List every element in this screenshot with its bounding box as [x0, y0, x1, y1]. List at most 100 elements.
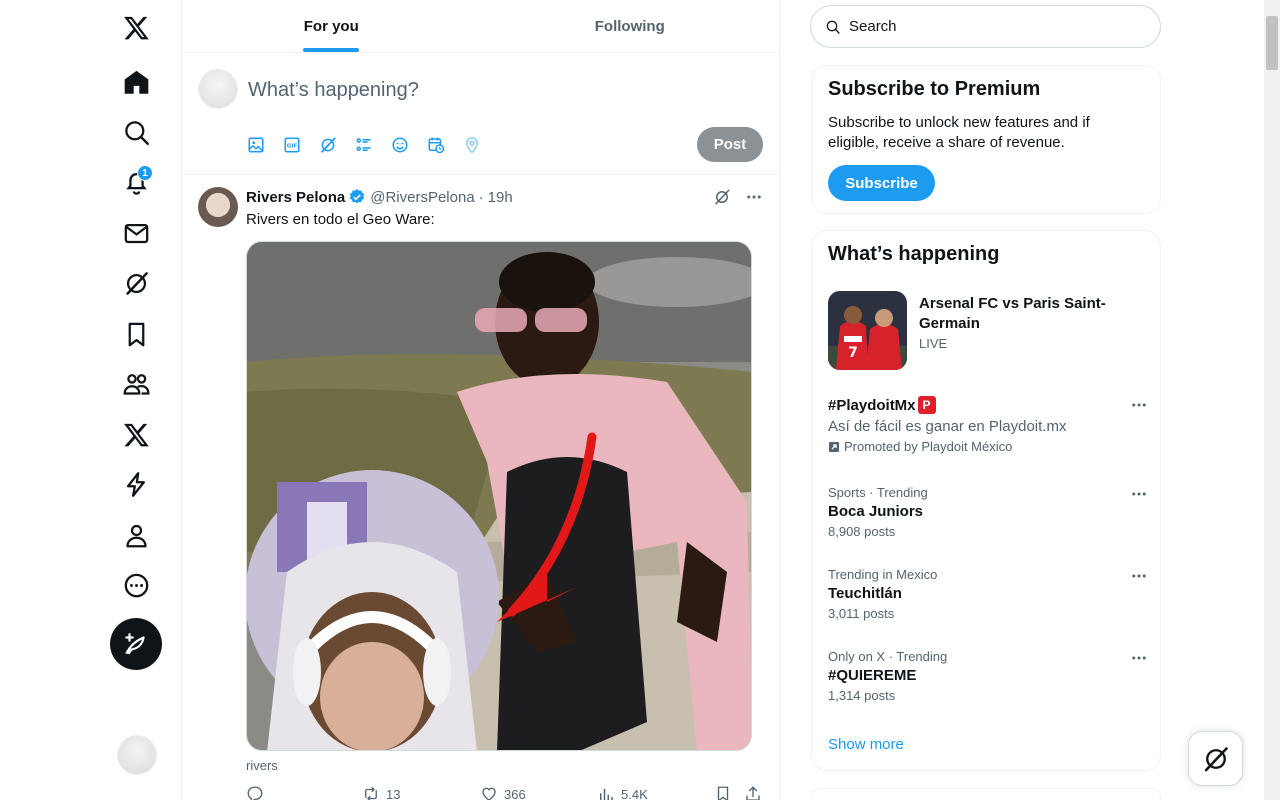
promo-name: #PlaydoitMx	[828, 396, 916, 414]
grok-icon[interactable]	[713, 188, 731, 206]
trend-name: Teuchitlán	[828, 585, 902, 602]
more-icon[interactable]	[1130, 396, 1148, 414]
search-icon[interactable]	[113, 109, 159, 155]
trend-meta: Sports · Trending	[828, 485, 928, 500]
event-status: LIVE	[919, 336, 948, 351]
page-scrollbar[interactable]	[1264, 0, 1280, 800]
reply-button[interactable]	[246, 785, 270, 800]
grok-icon[interactable]	[318, 135, 338, 155]
feather-plus-icon	[125, 633, 145, 655]
post-composer: What’s happening? GIF Post	[182, 53, 779, 175]
tab-following[interactable]: Following	[481, 0, 780, 52]
image-icon[interactable]	[246, 135, 266, 155]
tweet-timestamp[interactable]: 19h	[488, 189, 513, 206]
repost-count: 13	[386, 786, 401, 800]
whats-happening-title: What’s happening	[828, 243, 1000, 265]
compose-post-button[interactable]	[110, 618, 162, 670]
tweet-engagement-bar: 13 366 5.4K	[246, 785, 766, 800]
svg-text:7: 7	[848, 345, 858, 361]
trend-count: 1,314 posts	[828, 688, 896, 703]
lightning-icon[interactable]	[113, 461, 159, 507]
heart-icon	[482, 787, 496, 800]
share-button[interactable]	[744, 785, 762, 800]
post-button[interactable]: Post	[697, 127, 763, 162]
timeline: For you Following What’s happening? GIF …	[181, 0, 780, 800]
promoted-by: Promoted by Playdoit México	[844, 439, 1013, 454]
views-count: 5.4K	[621, 786, 648, 800]
bookmark-button[interactable]	[714, 785, 732, 800]
tweet-author-avatar[interactable]	[198, 187, 238, 227]
event-thumbnail: 7	[828, 291, 907, 370]
grok-floating-button[interactable]	[1188, 731, 1243, 786]
trend-item[interactable]: Sports · Trending Boca Juniors 8,908 pos…	[828, 485, 1148, 539]
trend-item[interactable]: Trending in Mexico Teuchitlán 3,011 post…	[828, 567, 1148, 621]
x-logo-icon[interactable]	[113, 4, 159, 50]
show-more-link[interactable]: Show more	[828, 736, 904, 753]
like-count: 366	[504, 786, 526, 800]
tweet-header: Rivers Pelona @RiversPelona · 19h	[246, 188, 513, 206]
views-button[interactable]: 5.4K	[597, 785, 648, 800]
next-card	[811, 788, 1161, 800]
tweet[interactable]: Rivers Pelona @RiversPelona · 19h Rivers…	[182, 175, 779, 800]
tweet-media-image[interactable]	[246, 241, 752, 751]
composer-input[interactable]: What’s happening?	[248, 79, 419, 102]
search-input[interactable]	[849, 18, 1129, 35]
promoted-icon	[829, 441, 839, 452]
more-icon[interactable]	[1130, 649, 1148, 667]
verified-badge-icon	[350, 189, 365, 204]
whats-happening-card: What’s happening 7 Arsenal FC vs Paris S…	[811, 230, 1161, 771]
tweet-top-actions	[713, 188, 763, 206]
trend-meta: Trending in Mexico	[828, 567, 938, 582]
timeline-tabs: For you Following	[182, 0, 779, 53]
notification-badge: 1	[137, 165, 153, 181]
poll-icon[interactable]	[354, 135, 374, 155]
people-icon[interactable]	[113, 361, 159, 407]
composer-avatar	[198, 69, 238, 109]
premium-x-icon[interactable]	[113, 411, 159, 457]
views-icon	[600, 788, 613, 800]
grok-icon	[1204, 746, 1228, 771]
tweet-author-name[interactable]: Rivers Pelona	[246, 189, 345, 206]
bookmark-icon	[717, 786, 729, 800]
trend-meta: Only on X · Trending	[828, 649, 948, 664]
gif-icon[interactable]: GIF	[282, 135, 302, 155]
featured-event[interactable]: 7 Arsenal FC vs Paris Saint-Germain LIVE	[828, 291, 1148, 371]
playdoit-logo-icon: P	[917, 396, 936, 414]
premium-card: Subscribe to Premium Subscribe to unlock…	[811, 65, 1161, 214]
search-bar[interactable]	[810, 5, 1161, 48]
search-icon	[826, 20, 840, 34]
promo-attribution: Promoted by Playdoit México	[828, 439, 1148, 454]
more-circle-icon[interactable]	[113, 562, 159, 608]
trend-item[interactable]: Only on X · Trending #QUIEREME 1,314 pos…	[828, 649, 1148, 703]
mail-icon[interactable]	[113, 210, 159, 256]
promoted-trend[interactable]: #PlaydoitMx P Así de fácil es ganar en P…	[828, 396, 1148, 454]
schedule-icon[interactable]	[426, 135, 446, 155]
emoji-icon[interactable]	[390, 135, 410, 155]
reply-icon	[247, 786, 263, 800]
account-avatar[interactable]	[117, 735, 157, 775]
more-icon[interactable]	[1130, 485, 1148, 503]
share-icon	[746, 786, 760, 800]
svg-text:GIF: GIF	[287, 144, 298, 150]
like-button[interactable]: 366	[480, 785, 526, 800]
bookmark-icon[interactable]	[113, 311, 159, 357]
grok-icon[interactable]	[113, 260, 159, 306]
trend-name: #QUIEREME	[828, 667, 917, 684]
more-icon[interactable]	[745, 188, 763, 206]
premium-title: Subscribe to Premium	[828, 78, 1041, 100]
repost-icon	[365, 786, 377, 800]
event-title: Arsenal FC vs Paris Saint-Germain	[919, 295, 1106, 332]
trend-count: 3,011 posts	[828, 606, 895, 621]
bell-icon[interactable]: 1	[113, 159, 159, 205]
left-nav: 1	[100, 0, 172, 800]
home-icon[interactable]	[113, 59, 159, 105]
tweet-author-handle[interactable]: @RiversPelona	[370, 189, 474, 206]
subscribe-button[interactable]: Subscribe	[828, 165, 935, 201]
scrollbar-thumb[interactable]	[1266, 16, 1278, 70]
more-icon[interactable]	[1130, 567, 1148, 585]
tab-for-you[interactable]: For you	[182, 0, 481, 52]
promo-description: Así de fácil es ganar en Playdoit.mx	[828, 418, 1067, 435]
tweet-text: Rivers en todo el Geo Ware:	[246, 211, 435, 228]
repost-button[interactable]: 13	[362, 785, 400, 800]
person-icon[interactable]	[113, 512, 159, 558]
